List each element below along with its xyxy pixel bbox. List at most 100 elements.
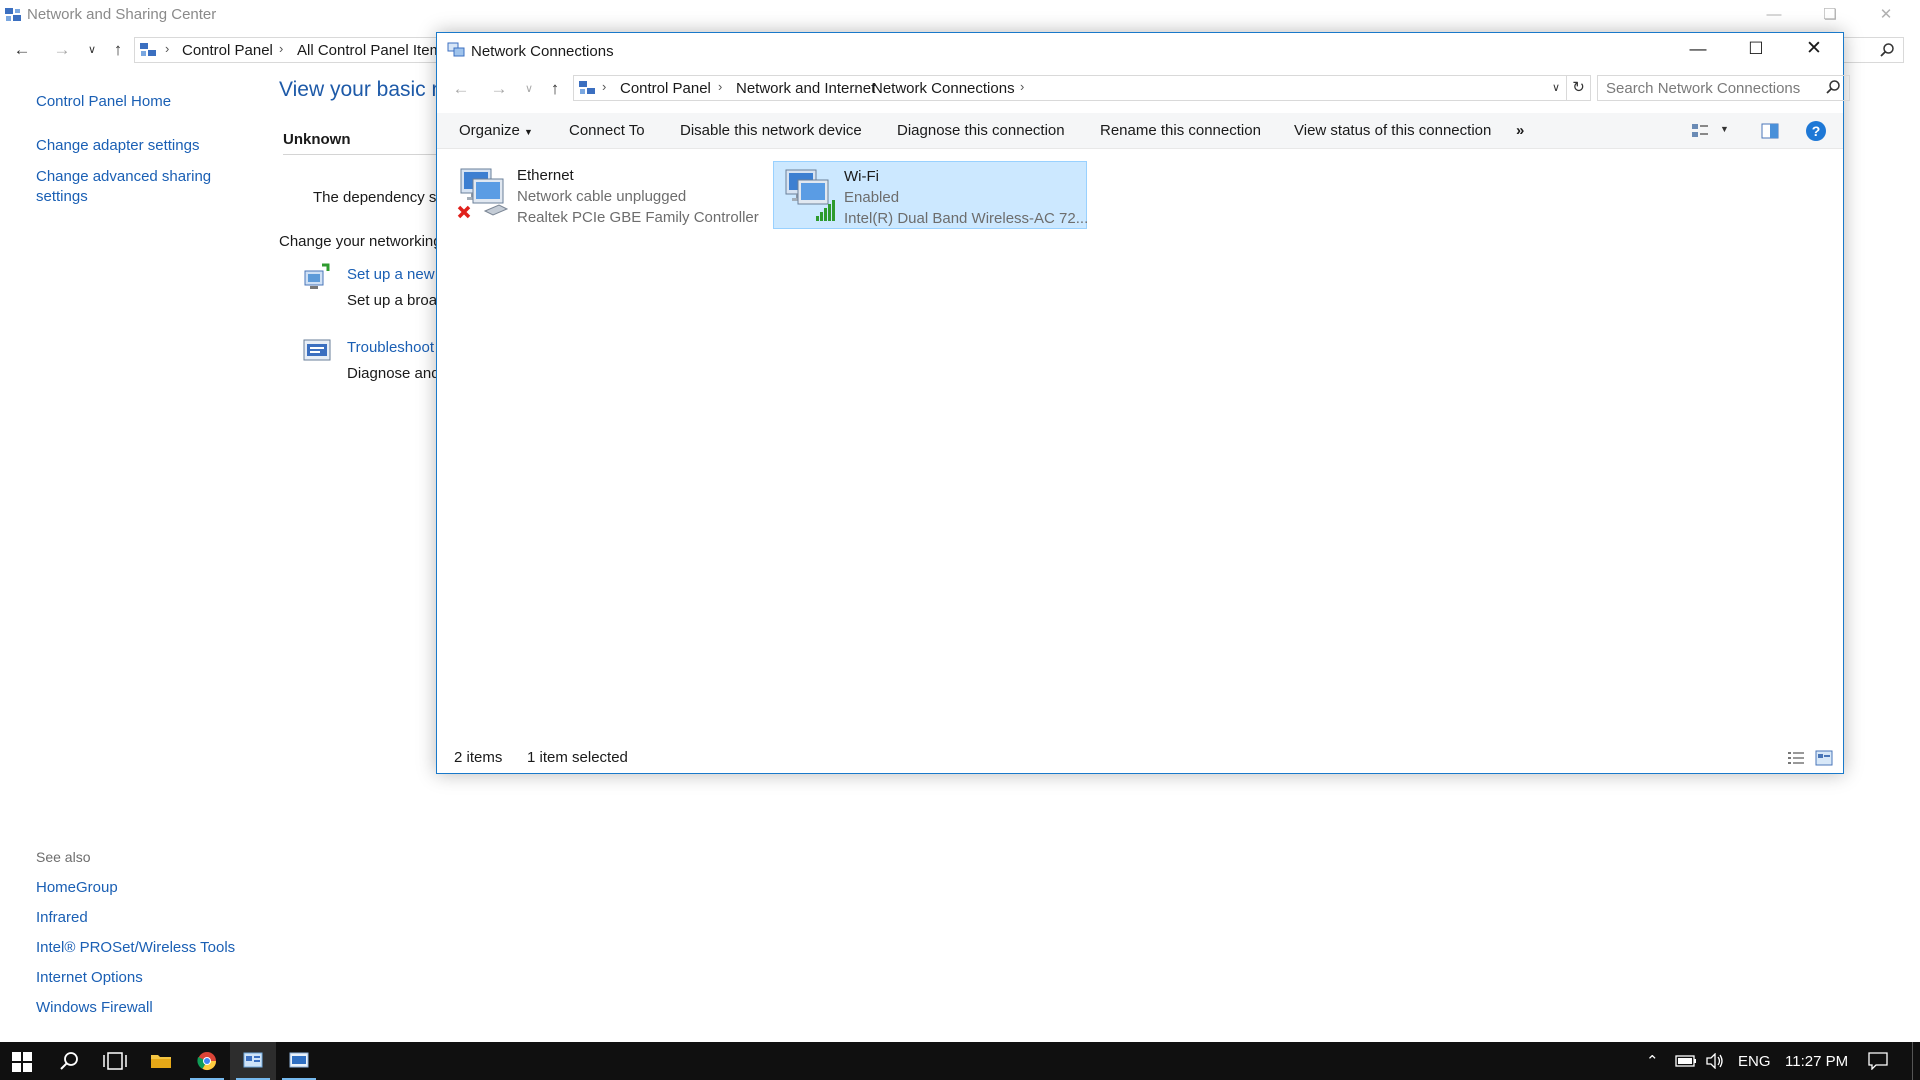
show-desktop-button[interactable] — [1912, 1042, 1920, 1080]
task-view-button[interactable] — [92, 1042, 138, 1080]
disable-device-button[interactable]: Disable this network device — [680, 122, 862, 139]
maximize-button[interactable]: ☐ — [1727, 33, 1785, 65]
fg-titlebar[interactable]: Network Connections — ☐ ✕ — [437, 33, 1843, 65]
bg-search-icon[interactable] — [1879, 42, 1895, 58]
network-connections-window: Network Connections — ☐ ✕ ← → ∨ ↑ › Cont… — [436, 32, 1850, 774]
preview-pane-icon[interactable] — [1761, 123, 1779, 139]
selection-count: 1 item selected — [527, 749, 628, 766]
wifi-status: Enabled — [844, 189, 900, 206]
bg-breadcrumb-chevron-icon: › — [279, 41, 284, 56]
dependency-text: The dependency se — [313, 189, 445, 206]
view-options-dropdown-icon[interactable]: ▼ — [1720, 124, 1729, 134]
refresh-button[interactable]: ↻ — [1567, 75, 1591, 101]
bg-recent-dropdown-icon[interactable]: ∨ — [80, 36, 104, 64]
view-status-button[interactable]: View status of this connection — [1294, 122, 1491, 139]
item-count: 2 items — [454, 749, 503, 766]
sidebar-control-panel-home[interactable]: Control Panel Home — [36, 93, 171, 110]
breadcrumb-chevron-icon[interactable]: › — [602, 79, 606, 94]
change-view-icon[interactable] — [1691, 123, 1709, 139]
troubleshoot-link[interactable]: Troubleshoot — [347, 339, 434, 356]
organize-dropdown-icon: ▼ — [524, 127, 533, 137]
recent-locations-dropdown[interactable]: ∨ — [517, 75, 541, 103]
chrome-icon — [197, 1052, 216, 1071]
file-explorer-button[interactable] — [138, 1042, 184, 1080]
control-panel-taskbar-button[interactable] — [230, 1042, 276, 1080]
address-bar[interactable]: › Control Panel › Network and Internet ›… — [573, 75, 1567, 101]
change-networking-heading: Change your networking — [279, 233, 442, 250]
windows-logo-icon — [12, 1052, 32, 1072]
address-dropdown-icon[interactable]: ∨ — [1552, 81, 1560, 94]
breadcrumb-chevron-icon[interactable]: › — [854, 79, 858, 94]
setup-new-connection-link[interactable]: Set up a new — [347, 266, 435, 283]
network-connections-taskbar-button[interactable] — [276, 1042, 322, 1080]
connect-to-button[interactable]: Connect To — [569, 122, 645, 139]
fg-navbar: ← → ∨ ↑ › Control Panel › Network and In… — [437, 75, 1850, 103]
minimize-button[interactable]: — — [1669, 33, 1727, 65]
sidebar-change-adapter-settings[interactable]: Change adapter settings — [36, 137, 199, 154]
ethernet-disconnected-icon — [457, 168, 509, 219]
bg-breadcrumb-control-panel[interactable]: Control Panel — [182, 42, 273, 59]
close-button[interactable]: ✕ — [1785, 33, 1843, 65]
wifi-device: Intel(R) Dual Band Wireless-AC 72... — [844, 210, 1089, 227]
bg-breadcrumb-all-items[interactable]: All Control Panel Item — [297, 42, 442, 59]
control-panel-icon — [140, 43, 156, 56]
forward-button[interactable]: → — [487, 75, 511, 103]
bg-forward-button[interactable]: → — [50, 36, 74, 64]
details-view-icon[interactable] — [1787, 751, 1805, 765]
see-also-internet-options[interactable]: Internet Options — [36, 969, 143, 986]
see-also-infrared[interactable]: Infrared — [36, 909, 88, 926]
divider — [283, 154, 443, 155]
chrome-button[interactable] — [184, 1042, 230, 1080]
breadcrumb-control-panel[interactable]: Control Panel — [620, 80, 711, 97]
connection-item-ethernet[interactable]: Ethernet Network cable unplugged Realtek… — [447, 161, 765, 229]
bg-back-button[interactable]: ← — [10, 36, 34, 64]
network-connections-icon — [447, 42, 465, 57]
search-box[interactable] — [1597, 75, 1850, 101]
breadcrumb-chevron-icon[interactable]: › — [718, 79, 722, 94]
search-button[interactable] — [46, 1042, 92, 1080]
breadcrumb-network-connections[interactable]: Network Connections — [872, 80, 1015, 97]
breadcrumb-chevron-icon[interactable]: › — [1020, 79, 1024, 94]
sidebar-change-advanced-sharing[interactable]: Change advanced sharing — [36, 168, 211, 185]
see-also-windows-firewall[interactable]: Windows Firewall — [36, 999, 153, 1016]
bg-close-button[interactable]: ✕ — [1858, 0, 1914, 30]
taskbar: ⌃ ENG 11:27 PM — [0, 1042, 1920, 1080]
network-name: Unknown — [283, 131, 351, 148]
bg-titlebar: Network and Sharing Center — ❏ ✕ — [0, 0, 1920, 30]
network-center-icon — [5, 8, 21, 21]
organize-label: Organize — [459, 122, 520, 139]
bg-minimize-button[interactable]: — — [1746, 0, 1802, 30]
see-also-intel-proset[interactable]: Intel® PROSet/Wireless Tools — [36, 939, 235, 956]
see-also-homegroup[interactable]: HomeGroup — [36, 879, 118, 896]
system-clock[interactable]: 11:27 PM — [1785, 1053, 1848, 1070]
bg-restore-button[interactable]: ❏ — [1802, 0, 1858, 30]
ethernet-device: Realtek PCIe GBE Family Controller — [517, 209, 759, 226]
action-center-icon[interactable] — [1868, 1052, 1888, 1070]
network-connections-taskbar-icon — [289, 1052, 309, 1068]
battery-icon[interactable] — [1675, 1055, 1697, 1067]
control-panel-taskbar-icon — [243, 1052, 263, 1068]
rename-connection-button[interactable]: Rename this connection — [1100, 122, 1261, 139]
up-button[interactable]: ↑ — [543, 75, 567, 103]
search-icon[interactable] — [1825, 79, 1841, 95]
troubleshoot-icon — [303, 339, 331, 361]
command-bar: Organize ▼ Connect To Disable this netwo… — [437, 113, 1843, 149]
task-view-icon — [103, 1052, 127, 1070]
diagnose-connection-button[interactable]: Diagnose this connection — [897, 122, 1065, 139]
more-commands-button[interactable]: » — [1516, 122, 1524, 139]
start-button[interactable] — [0, 1042, 46, 1080]
organize-menu[interactable]: Organize ▼ — [459, 122, 533, 139]
help-icon[interactable]: ? — [1805, 120, 1827, 142]
status-bar: 2 items 1 item selected — [437, 743, 1843, 773]
search-icon — [60, 1052, 78, 1070]
connection-item-wifi[interactable]: Wi-Fi Enabled Intel(R) Dual Band Wireles… — [773, 161, 1089, 229]
tiles-view-icon[interactable] — [1815, 750, 1833, 766]
sidebar-change-advanced-sharing-line2[interactable]: settings — [36, 188, 88, 205]
volume-icon[interactable] — [1705, 1053, 1725, 1069]
input-language-indicator[interactable]: ENG — [1738, 1053, 1771, 1070]
bg-up-button[interactable]: ↑ — [106, 36, 130, 64]
folder-icon — [151, 1055, 171, 1068]
search-input[interactable] — [1598, 76, 1823, 100]
show-hidden-icons-icon[interactable]: ⌃ — [1646, 1052, 1659, 1070]
back-button[interactable]: ← — [449, 75, 473, 103]
